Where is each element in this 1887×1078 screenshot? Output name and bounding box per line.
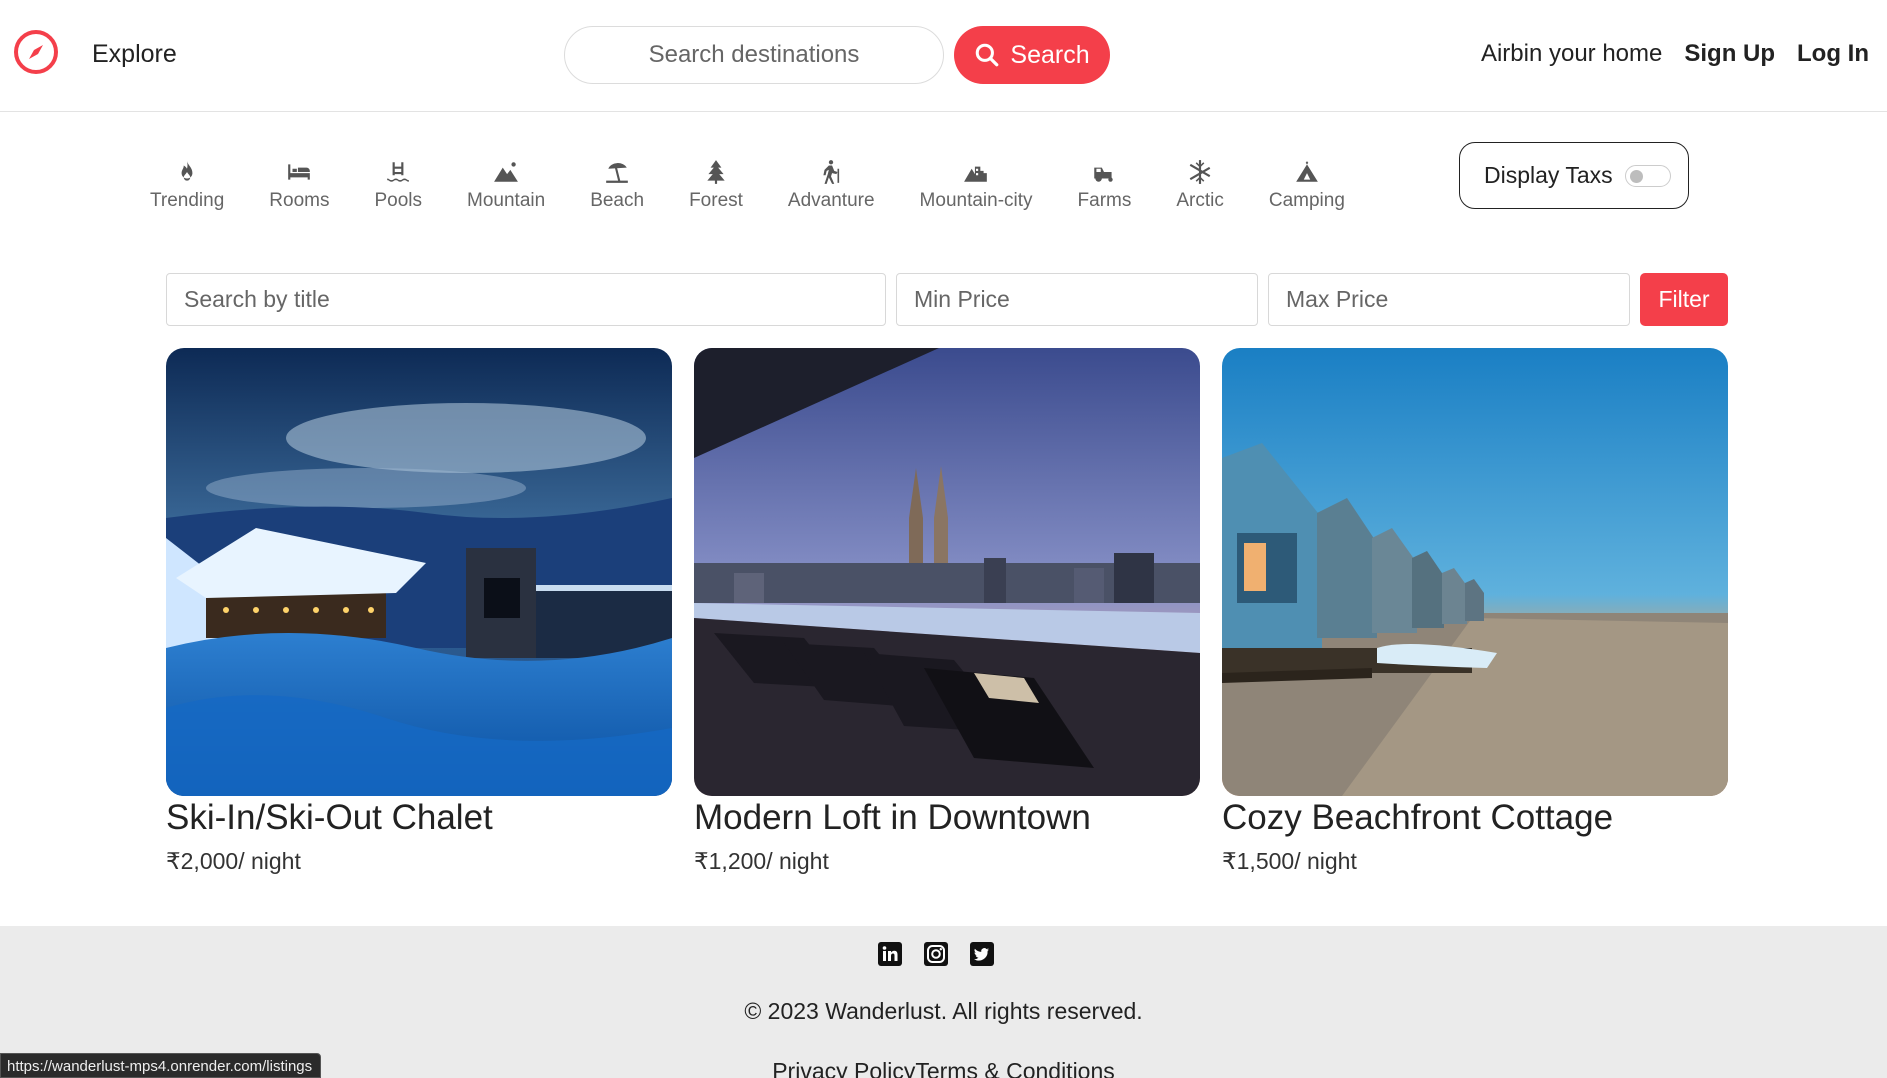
category-label: Arctic	[1176, 190, 1224, 211]
listing-title: Ski-In/Ski-Out Chalet	[166, 798, 493, 837]
search-icon	[976, 43, 999, 67]
category-label: Trending	[150, 190, 225, 211]
twitter-icon[interactable]	[970, 942, 994, 966]
category-label: Farms	[1077, 190, 1132, 211]
display-taxes-toggle[interactable]: Display Taxs	[1459, 142, 1689, 209]
explore-link[interactable]: Explore	[92, 40, 177, 69]
category-pools[interactable]: Pools	[374, 158, 422, 212]
listing-price-unit: / night	[766, 848, 829, 874]
category-trending[interactable]: Trending	[150, 158, 224, 212]
snowflake-icon	[1186, 158, 1214, 186]
listing-card[interactable]: Modern Loft in Downtown ₹1,200/ night	[694, 348, 1200, 875]
category-label: Advanture	[787, 190, 875, 211]
listing-price-value: ₹1,200	[694, 848, 767, 874]
category-label: Rooms	[269, 190, 330, 211]
hiking-icon	[817, 158, 845, 186]
listing-price: ₹2,000/ night	[166, 848, 672, 875]
max-price-input[interactable]: Max Price	[1268, 273, 1630, 326]
tree-icon	[702, 158, 730, 186]
category-advanture[interactable]: Advanture	[788, 158, 875, 212]
category-label: Beach	[590, 190, 645, 211]
category-label: Pools	[374, 190, 423, 211]
search-button[interactable]: Search	[954, 26, 1110, 84]
nav-links: Airbin your home Sign Up Log In	[1481, 40, 1869, 68]
listing-title: Modern Loft in Downtown	[694, 798, 1091, 837]
instagram-icon[interactable]	[924, 942, 948, 966]
category-camping[interactable]: Camping	[1269, 158, 1345, 212]
mountain-icon	[492, 158, 520, 186]
min-price-placeholder: Min Price	[914, 286, 1010, 312]
privacy-policy-link[interactable]: Privacy Policy	[772, 1058, 915, 1078]
terms-conditions-link[interactable]: Terms & Conditions	[915, 1058, 1114, 1078]
listing-price-unit: / night	[1294, 848, 1357, 874]
listing-price-value: ₹2,000	[166, 848, 239, 874]
city-rooftop-pool-photo[interactable]	[694, 348, 1200, 796]
bed-icon	[285, 158, 313, 186]
max-price-placeholder: Max Price	[1286, 286, 1389, 312]
listing-price-unit: / night	[238, 848, 301, 874]
status-bar-url: https://wanderlust-mps4.onrender.com/lis…	[0, 1053, 322, 1078]
navbar: Explore Search Airbin your home Sign Up …	[0, 0, 1887, 112]
taxes-switch[interactable]	[1624, 164, 1671, 187]
category-arctic[interactable]: Arctic	[1176, 158, 1224, 212]
title-search-input[interactable]: Search by title	[166, 273, 886, 326]
fire-icon	[173, 158, 201, 186]
linkedin-icon[interactable]	[878, 942, 902, 966]
display-taxes-label: Display Taxs	[1484, 162, 1613, 188]
search-button-label: Search	[1010, 40, 1090, 69]
min-price-input[interactable]: Min Price	[896, 273, 1258, 326]
pool-icon	[384, 158, 412, 186]
category-beach[interactable]: Beach	[590, 158, 644, 212]
filter-button[interactable]: Filter	[1640, 273, 1728, 326]
signup-link[interactable]: Sign Up	[1684, 40, 1775, 68]
category-farms[interactable]: Farms	[1077, 158, 1132, 212]
tractor-icon	[1090, 158, 1118, 186]
listing-card[interactable]: Cozy Beachfront Cottage ₹1,500/ night	[1222, 348, 1728, 875]
category-forest[interactable]: Forest	[689, 158, 743, 212]
host-link[interactable]: Airbin your home	[1481, 40, 1662, 68]
umbrella-beach-icon	[603, 158, 631, 186]
social-links	[878, 942, 994, 966]
compass-icon[interactable]	[12, 28, 60, 76]
listing-price-value: ₹1,500	[1222, 848, 1295, 874]
category-filters: Trending Rooms Pools Mountain Beach Fore…	[150, 158, 1390, 212]
login-link[interactable]: Log In	[1797, 40, 1869, 68]
category-label: Mountain	[467, 190, 546, 211]
listing-card[interactable]: Ski-In/Ski-Out Chalet ₹2,000/ night	[166, 348, 672, 875]
title-search-placeholder: Search by title	[184, 286, 330, 312]
listing-title: Cozy Beachfront Cottage	[1222, 798, 1614, 837]
category-mountain-city[interactable]: Mountain-city	[920, 158, 1033, 212]
copyright-text: © 2023 Wanderlust. All rights reserved.	[744, 998, 1143, 1024]
tent-icon	[1293, 158, 1321, 186]
snowy-chalet-photo[interactable]	[166, 348, 672, 796]
search-input[interactable]	[564, 26, 944, 84]
mountain-city-icon	[962, 158, 990, 186]
category-mountain[interactable]: Mountain	[467, 158, 545, 212]
category-label: Camping	[1268, 190, 1345, 211]
category-label: Forest	[689, 190, 743, 211]
listing-price: ₹1,200/ night	[694, 848, 1200, 875]
category-label: Mountain-city	[919, 190, 1033, 211]
category-rooms[interactable]: Rooms	[269, 158, 329, 212]
beach-huts-photo[interactable]	[1222, 348, 1728, 796]
listing-price: ₹1,500/ night	[1222, 848, 1728, 875]
